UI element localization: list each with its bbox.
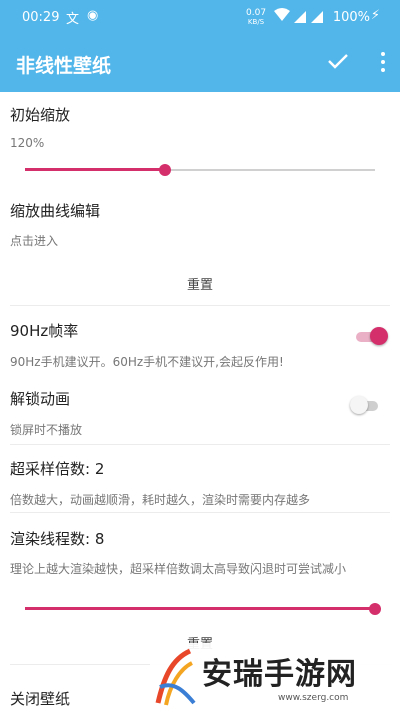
render-threads-subtitle: 理论上越大渲染越快，超采样倍数调太高导致闪退时可尝试减小 bbox=[10, 562, 347, 576]
render-threads-slider[interactable] bbox=[25, 599, 381, 619]
initial-zoom-title: 初始缩放 bbox=[10, 106, 71, 124]
page-title: 非线性壁纸 bbox=[16, 55, 112, 77]
initial-zoom-value: 120% bbox=[10, 136, 45, 150]
charging-icon: ⚡ bbox=[370, 8, 380, 23]
wifi-icon bbox=[274, 8, 290, 26]
signal-icon bbox=[294, 11, 306, 23]
app-bar: 非线性壁纸 bbox=[0, 36, 400, 92]
render-threads-title: 渲染线程数: 8 bbox=[10, 530, 105, 548]
render-threads-setting: 渲染线程数: 8 理论上越大渲染越快，超采样倍数调太高导致闪退时可尝试减小 bbox=[10, 528, 390, 578]
supersample-title: 超采样倍数: 2 bbox=[10, 460, 105, 478]
unlock-anim-setting[interactable]: 解锁动画 锁屏时不播放 bbox=[10, 388, 390, 438]
initial-zoom-slider[interactable] bbox=[25, 160, 375, 180]
fps90-title: 90Hz帧率 bbox=[10, 322, 79, 340]
unlock-anim-title: 解锁动画 bbox=[10, 390, 71, 408]
slider-thumb[interactable] bbox=[159, 164, 171, 176]
slider-thumb[interactable] bbox=[369, 603, 381, 615]
zoom-curve-reset-button[interactable]: 重置 bbox=[0, 274, 400, 293]
fps90-toggle[interactable] bbox=[356, 326, 388, 346]
input-method-icon: 文 bbox=[66, 12, 80, 27]
watermark: 安瑞手游网 www.szerg.com bbox=[150, 643, 400, 711]
zoom-curve-title: 缩放曲线编辑 bbox=[10, 202, 101, 220]
status-bar: 00:29 文 ◉ 0.07 KB/S 100% ⚡ bbox=[0, 0, 400, 36]
zoom-curve-setting[interactable]: 缩放曲线编辑 点击进入 bbox=[10, 200, 390, 249]
record-icon: ◉ bbox=[87, 8, 99, 23]
signal-2-icon bbox=[311, 11, 323, 23]
fps90-setting[interactable]: 90Hz帧率 90Hz手机建议开。60Hz手机不建议开,会起反作用! bbox=[10, 320, 390, 370]
watermark-url: www.szerg.com bbox=[278, 693, 349, 703]
watermark-logo bbox=[155, 648, 196, 706]
divider bbox=[10, 305, 390, 306]
check-icon[interactable] bbox=[328, 50, 348, 75]
unlock-anim-subtitle: 锁屏时不播放 bbox=[10, 423, 83, 437]
zoom-curve-subtitle: 点击进入 bbox=[10, 234, 59, 248]
battery-level: 100% bbox=[332, 10, 370, 25]
network-speed: 0.07 KB/S bbox=[246, 8, 267, 26]
settings-list: 初始缩放 120% 缩放曲线编辑 点击进入 重置 90Hz帧率 90Hz手机建议… bbox=[0, 92, 400, 711]
watermark-text: 安瑞手游网 bbox=[202, 657, 357, 692]
divider bbox=[10, 444, 390, 445]
divider bbox=[10, 512, 390, 513]
initial-zoom-setting: 初始缩放 120% bbox=[10, 104, 390, 150]
fps90-subtitle: 90Hz手机建议开。60Hz手机不建议开,会起反作用! bbox=[10, 355, 284, 369]
unlock-anim-toggle[interactable] bbox=[350, 395, 380, 415]
more-vert-icon[interactable] bbox=[380, 50, 386, 74]
status-time: 00:29 bbox=[22, 10, 60, 25]
supersample-setting[interactable]: 超采样倍数: 2 倍数越大，动画越顺滑，耗时越久，渲染时需要内存越多 bbox=[10, 458, 390, 508]
supersample-subtitle: 倍数越大，动画越顺滑，耗时越久，渲染时需要内存越多 bbox=[10, 493, 311, 507]
